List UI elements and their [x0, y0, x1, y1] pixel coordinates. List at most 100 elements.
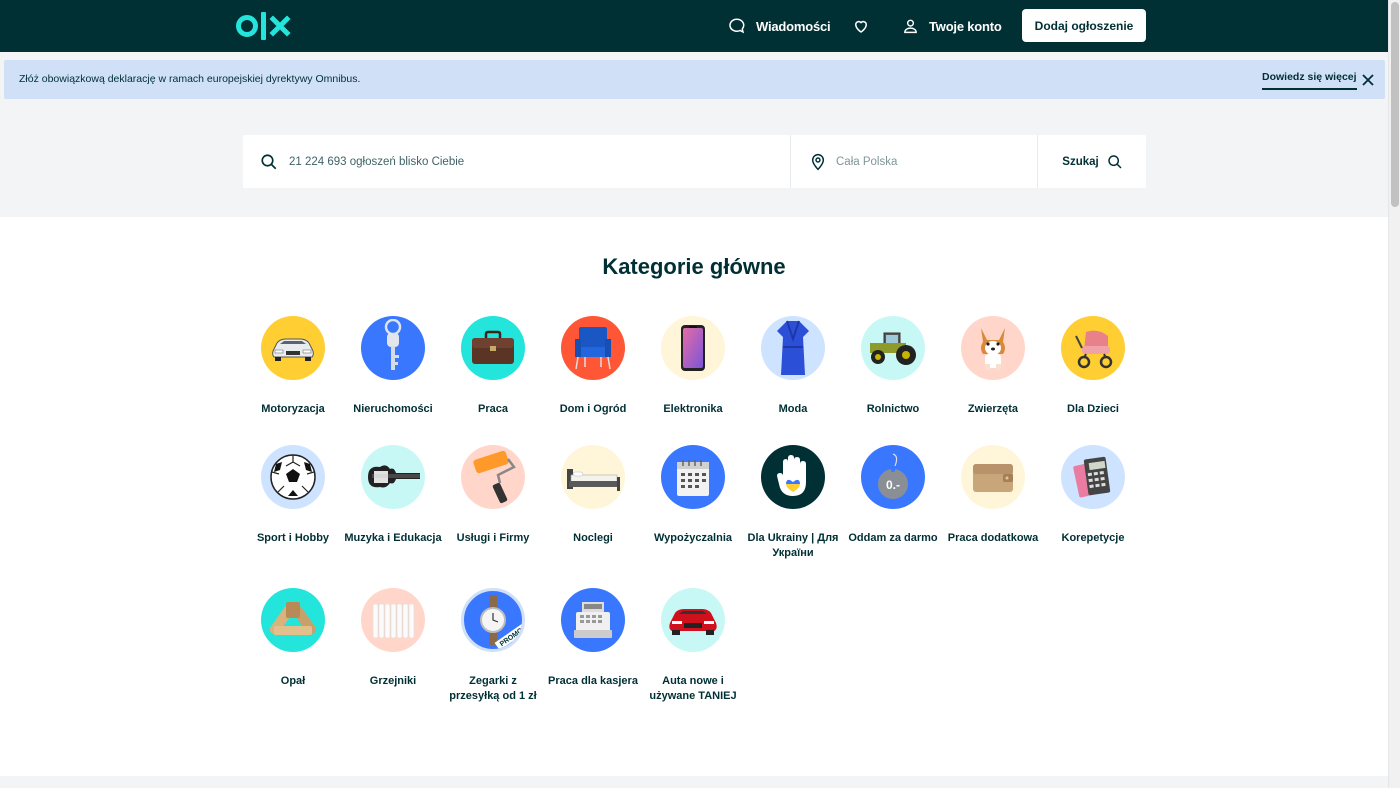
account-label: Twoje konto	[929, 18, 1002, 34]
search-bar: Szukaj	[243, 135, 1146, 188]
category-moda[interactable]: Moda	[743, 316, 843, 417]
scrollbar-thumb[interactable]	[1391, 2, 1399, 207]
location-input[interactable]	[836, 149, 1026, 175]
category-label: Dom i Ogród	[559, 403, 627, 415]
category-label: Wypożyczalnia	[653, 532, 733, 544]
guitar-icon	[368, 465, 420, 488]
categories-title: Kategorie główne	[602, 254, 786, 279]
category-label: Auta nowe i używane TANIEJ	[649, 675, 737, 702]
category-label: Zegarki z przesyłką od 1 zł	[449, 675, 537, 702]
add-listing-button[interactable]: Dodaj ogłoszenie	[1022, 9, 1146, 42]
category-label: Praca	[478, 403, 508, 415]
messages-link[interactable]: Wiadomości	[728, 0, 831, 52]
search-icon	[261, 154, 277, 170]
stroller-icon	[1075, 330, 1113, 369]
omnibus-banner: Złóż obowiązkową deklarację w ramach eur…	[4, 60, 1385, 99]
calendar-icon	[677, 460, 709, 496]
search-section: Złóż obowiązkową deklarację w ramach eur…	[0, 52, 1388, 217]
category-korepetycje[interactable]: Korepetycje	[1043, 445, 1143, 546]
category-circle	[661, 316, 725, 380]
dog-icon	[981, 328, 1005, 370]
category-circle	[761, 316, 825, 380]
category-circle	[261, 445, 325, 509]
category-circle	[561, 588, 625, 652]
chat-icon	[729, 18, 745, 34]
category-dom-i-ogrod[interactable]: Dom i Ogród	[543, 316, 643, 417]
category-zwierzeta[interactable]: Zwierzęta	[943, 316, 1043, 417]
search-input[interactable]	[289, 149, 769, 175]
account-link[interactable]: Twoje konto	[902, 0, 1002, 52]
category-label: Sport i Hobby	[256, 532, 330, 544]
banner-text: Złóż obowiązkową deklarację w ramach eur…	[19, 73, 361, 85]
category-circle	[561, 316, 625, 380]
category-praca-dodatkowa[interactable]: Praca dodatkowa	[943, 445, 1043, 546]
favorites-link[interactable]	[852, 0, 880, 52]
search-button[interactable]: Szukaj	[1039, 135, 1146, 188]
category-circle	[961, 316, 1025, 380]
price-tag-icon: 0.-	[878, 453, 908, 499]
category-label: Korepetycje	[1061, 532, 1125, 544]
category-label: Elektronika	[663, 403, 723, 415]
close-icon[interactable]	[1360, 72, 1376, 88]
category-elektronika[interactable]: Elektronika	[643, 316, 743, 417]
category-circle	[461, 316, 525, 380]
category-circle	[1061, 316, 1125, 380]
category-oddam-za-darmo[interactable]: 0.- Oddam za darmo	[843, 445, 943, 546]
category-circle	[961, 445, 1025, 509]
category-wypozyczalnia[interactable]: Wypożyczalnia	[643, 445, 743, 546]
page-scrollbar[interactable]	[1388, 0, 1400, 788]
category-praca[interactable]: Praca	[443, 316, 543, 417]
category-auta-nowe[interactable]: Auta nowe i używane TANIEJ	[643, 588, 743, 704]
category-label: Opał	[280, 675, 306, 687]
location-pin-icon	[811, 154, 825, 171]
wallet-icon	[973, 464, 1013, 492]
category-circle	[261, 316, 325, 380]
smartphone-icon	[681, 325, 705, 371]
category-label: Grzejniki	[369, 675, 417, 687]
calculator-icon	[1073, 456, 1111, 498]
category-label: Rolnictwo	[866, 403, 920, 415]
category-circle	[361, 316, 425, 380]
tractor-icon	[870, 332, 916, 365]
category-circle	[361, 445, 425, 509]
key-icon	[384, 319, 402, 370]
football-icon	[270, 454, 316, 500]
category-circle	[261, 588, 325, 652]
olx-logo[interactable]	[236, 10, 292, 42]
paint-roller-icon	[473, 450, 516, 504]
category-noclegi[interactable]: Noclegi	[543, 445, 643, 546]
category-opal[interactable]: Opał	[243, 588, 343, 689]
category-zegarki[interactable]: PROMO Zegarki z przesyłką od 1 zł	[443, 588, 543, 704]
category-rolnictwo[interactable]: Rolnictwo	[843, 316, 943, 417]
radiator-icon	[372, 603, 415, 639]
category-label: Motoryzacja	[261, 403, 325, 415]
category-label: Nieruchomości	[353, 403, 433, 415]
category-dla-ukrainy[interactable]: Dla Ukrainy | Для України	[743, 445, 843, 561]
category-label: Moda	[778, 403, 808, 415]
top-header: Wiadomości Twoje konto Dodaj ogłoszenie	[0, 0, 1388, 52]
red-car-icon	[669, 609, 717, 635]
category-circle	[461, 445, 525, 509]
free-badge-text: 0.-	[886, 478, 900, 492]
car-icon	[272, 338, 314, 361]
category-label: Praca dla kasjera	[548, 675, 638, 687]
category-sport-i-hobby[interactable]: Sport i Hobby	[243, 445, 343, 546]
category-motoryzacja[interactable]: Motoryzacja	[243, 316, 343, 417]
cash-register-icon	[574, 602, 612, 638]
hand-heart-icon	[777, 455, 806, 496]
category-circle	[861, 316, 925, 380]
category-grzejniki[interactable]: Grzejniki	[343, 588, 443, 689]
armchair-icon	[575, 327, 611, 370]
category-label: Usługi i Firmy	[456, 532, 530, 544]
category-muzyka-i-edukacja[interactable]: Muzyka i Edukacja	[343, 445, 443, 546]
category-praca-dla-kasjera[interactable]: Praca dla kasjera	[543, 588, 643, 689]
category-dla-dzieci[interactable]: Dla Dzieci	[1043, 316, 1143, 417]
category-circle	[661, 588, 725, 652]
search-button-label: Szukaj	[1062, 155, 1099, 168]
learn-more-link[interactable]: Dowiedz się więcej	[1262, 71, 1357, 90]
promo-badge-text: PROMO	[499, 627, 522, 648]
category-label: Muzyka i Edukacja	[344, 532, 442, 544]
category-nieruchomosci[interactable]: Nieruchomości	[343, 316, 443, 417]
category-circle	[361, 588, 425, 652]
category-uslugi-i-firmy[interactable]: Usługi i Firmy	[443, 445, 543, 546]
